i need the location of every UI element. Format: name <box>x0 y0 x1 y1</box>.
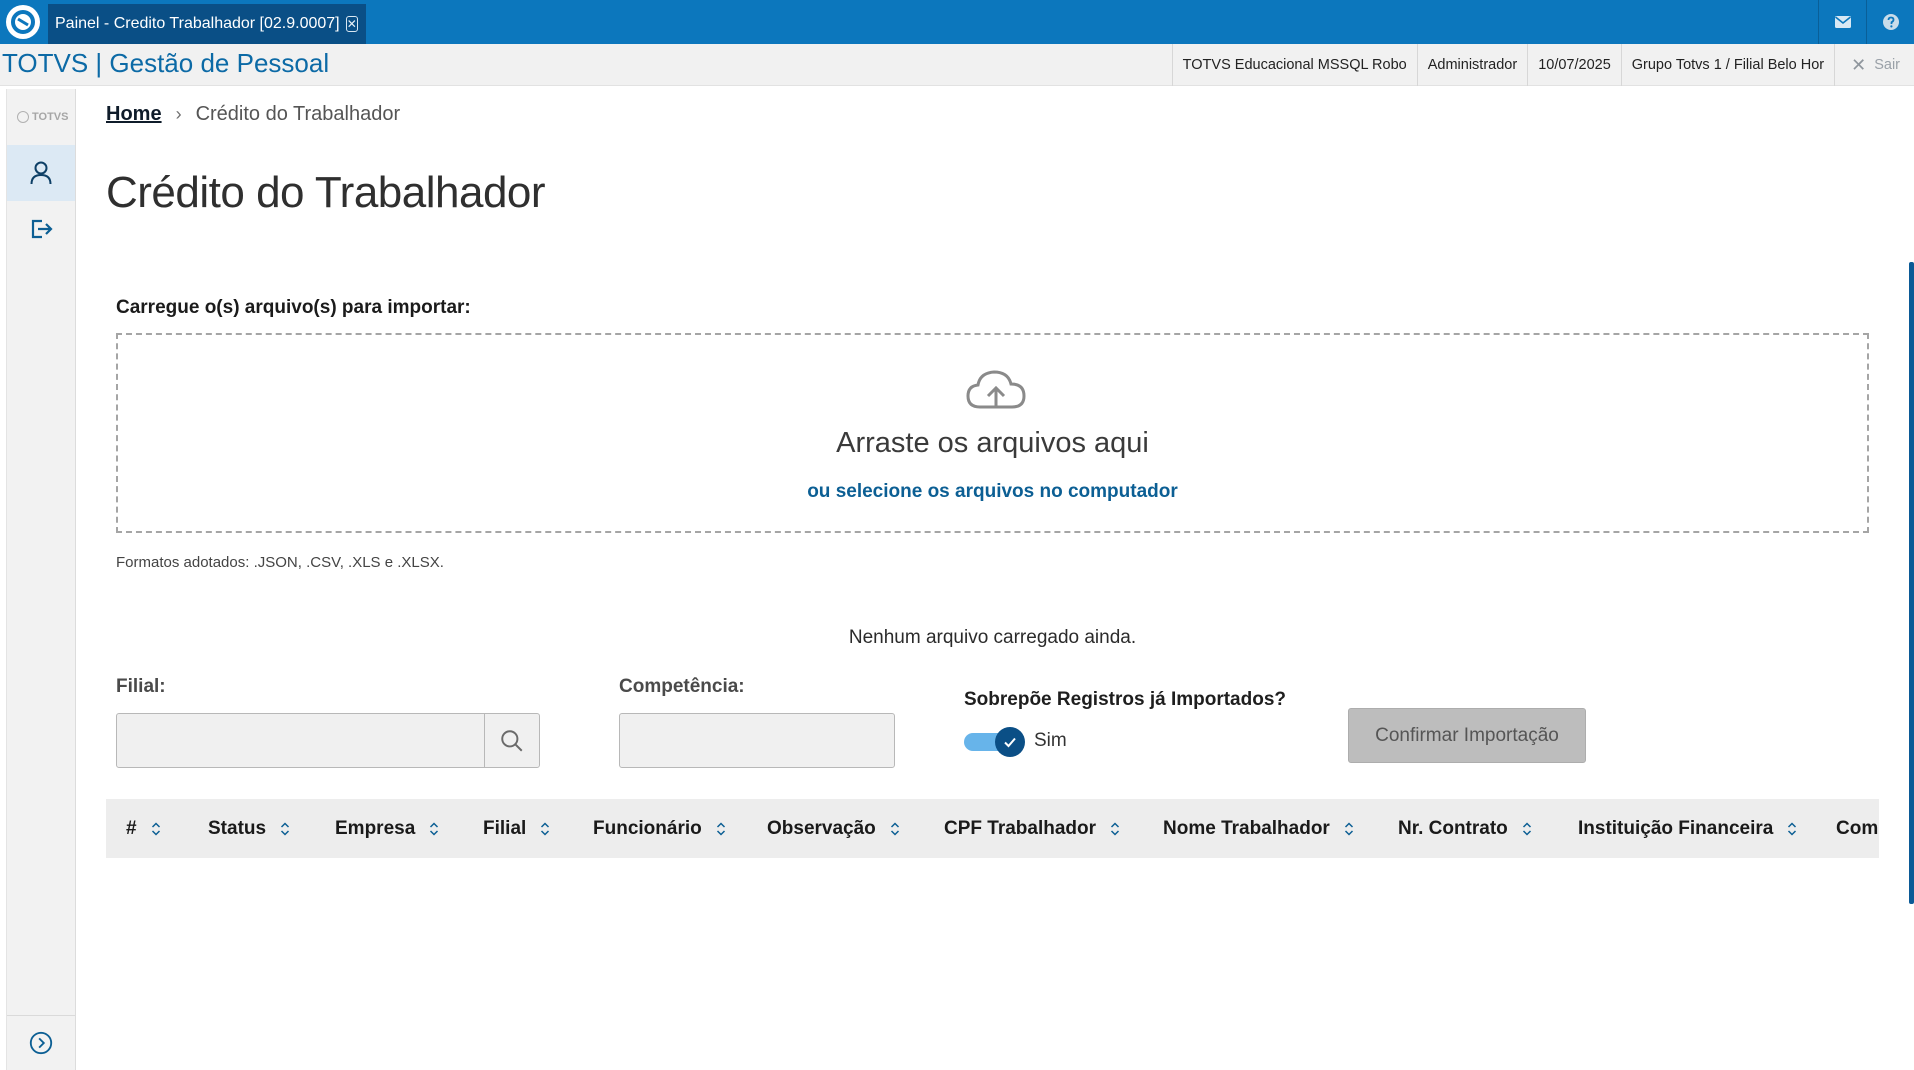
filial-label: Filial: <box>116 676 166 697</box>
breadcrumb: Home › Crédito do Trabalhador <box>106 103 400 126</box>
import-table-header: # Status Empresa Filial Funcionário Obse… <box>106 799 1879 858</box>
sort-icon <box>1788 821 1797 836</box>
session-branch[interactable]: Grupo Totvs 1 / Filial Belo Hor <box>1620 44 1834 86</box>
mail-icon[interactable] <box>1818 0 1866 44</box>
sort-icon <box>430 821 439 836</box>
select-files-link[interactable]: ou selecione os arquivos no computador <box>118 481 1867 503</box>
side-menu: TOTVS <box>6 89 76 1070</box>
logout-label: Sair <box>1874 57 1900 73</box>
column-header-comp[interactable]: Comp <box>1836 799 1879 858</box>
column-header-filial[interactable]: Filial <box>483 799 550 858</box>
column-label: CPF Trabalhador <box>944 817 1097 839</box>
sort-icon <box>151 821 160 836</box>
user-icon <box>30 161 52 185</box>
empty-files-message: Nenhum arquivo carregado ainda. <box>848 627 1137 648</box>
dropzone-title: Arraste os arquivos aqui <box>836 427 1149 459</box>
logout-icon <box>31 219 53 239</box>
close-icon: ✕ <box>1851 54 1867 75</box>
session-database[interactable]: TOTVS Educacional MSSQL Robo <box>1171 44 1417 86</box>
competencia-input[interactable] <box>619 713 895 768</box>
chevron-right-icon: › <box>175 104 182 124</box>
help-icon[interactable] <box>1866 0 1914 44</box>
product-title: TOTVS | Gestão de Pessoal <box>2 48 330 78</box>
check-icon <box>1004 737 1016 748</box>
overwrite-label: Sobrepõe Registros já Importados? <box>964 689 1286 710</box>
sort-icon <box>1344 821 1353 836</box>
totvs-logo-icon <box>17 111 29 123</box>
totvs-logo-icon[interactable] <box>6 5 40 39</box>
sort-icon <box>1522 821 1531 836</box>
column-header-instituicao-financeira[interactable]: Instituição Financeira <box>1578 799 1797 858</box>
breadcrumb-home-link[interactable]: Home <box>106 103 162 126</box>
sort-icon <box>1111 821 1120 836</box>
chevron-right-circle-icon <box>29 1031 53 1055</box>
column-header-empresa[interactable]: Empresa <box>335 799 439 858</box>
session-info: TOTVS Educacional MSSQL Robo Administrad… <box>1171 44 1914 86</box>
column-label: Empresa <box>335 817 416 839</box>
column-label: Nome Trabalhador <box>1163 817 1330 839</box>
overwrite-switch[interactable] <box>964 727 1026 757</box>
upload-label: Carregue o(s) arquivo(s) para importar: <box>116 297 471 318</box>
tab-painel-credito-trabalhador[interactable]: Painel - Credito Trabalhador [02.9.0007]… <box>48 4 366 44</box>
session-user[interactable]: Administrador <box>1416 44 1527 86</box>
rail-logo-text: TOTVS <box>32 111 69 123</box>
side-menu-expand[interactable] <box>7 1015 75 1070</box>
column-header-status[interactable]: Status <box>208 799 290 858</box>
column-label: # <box>126 817 137 839</box>
logout-button[interactable]: ✕ Sair <box>1834 44 1914 86</box>
cloud-upload-icon <box>966 370 1026 409</box>
app-header: TOTVS | Gestão de Pessoal TOTVS Educacio… <box>0 44 1914 86</box>
close-icon[interactable]: ✕ <box>345 16 358 32</box>
filial-lookup-button[interactable] <box>484 714 539 767</box>
column-label: Observação <box>767 817 876 839</box>
page-title: Crédito do Trabalhador <box>106 168 546 217</box>
tab-title: Painel - Credito Trabalhador [02.9.0007] <box>55 15 340 32</box>
column-header-cpf-trabalhador[interactable]: CPF Trabalhador <box>944 799 1120 858</box>
filial-field <box>116 713 540 768</box>
switch-knob <box>995 727 1025 757</box>
column-header-nr-contrato[interactable]: Nr. Contrato <box>1398 799 1532 858</box>
titlebar-actions <box>1818 0 1914 44</box>
column-label: Status <box>208 817 267 839</box>
filial-input[interactable] <box>117 714 484 767</box>
breadcrumb-current: Crédito do Trabalhador <box>195 103 401 125</box>
column-header-nome-trabalhador[interactable]: Nome Trabalhador <box>1163 799 1354 858</box>
column-label: Filial <box>483 817 527 839</box>
column-label: Comp <box>1836 817 1879 839</box>
side-menu-user[interactable] <box>7 145 75 201</box>
column-label: Nr. Contrato <box>1398 817 1508 839</box>
competencia-label: Competência: <box>619 676 745 697</box>
page-scrollbar[interactable] <box>1909 262 1914 904</box>
search-icon <box>501 729 523 751</box>
column-header-funcionario[interactable]: Funcionário <box>593 799 726 858</box>
sort-icon <box>716 821 725 836</box>
confirm-import-button[interactable]: Confirmar Importação <box>1348 708 1586 763</box>
formats-note: Formatos adotados: .JSON, .CSV, .XLS e .… <box>116 554 444 571</box>
sort-icon <box>890 821 899 836</box>
column-header-number[interactable]: # <box>126 799 161 858</box>
overwrite-switch-text: Sim <box>1034 730 1067 751</box>
column-label: Funcionário <box>593 817 702 839</box>
sort-icon <box>541 821 550 836</box>
column-header-observacao[interactable]: Observação <box>767 799 900 858</box>
sort-icon <box>281 821 290 836</box>
side-menu-exit[interactable] <box>7 201 75 257</box>
file-dropzone[interactable]: Arraste os arquivos aqui ou selecione os… <box>116 333 1869 533</box>
window-titlebar: Painel - Credito Trabalhador [02.9.0007]… <box>0 0 1914 44</box>
totvs-mini-logo: TOTVS <box>17 111 68 123</box>
session-date[interactable]: 10/07/2025 <box>1527 44 1621 86</box>
column-label: Instituição Financeira <box>1578 817 1774 839</box>
